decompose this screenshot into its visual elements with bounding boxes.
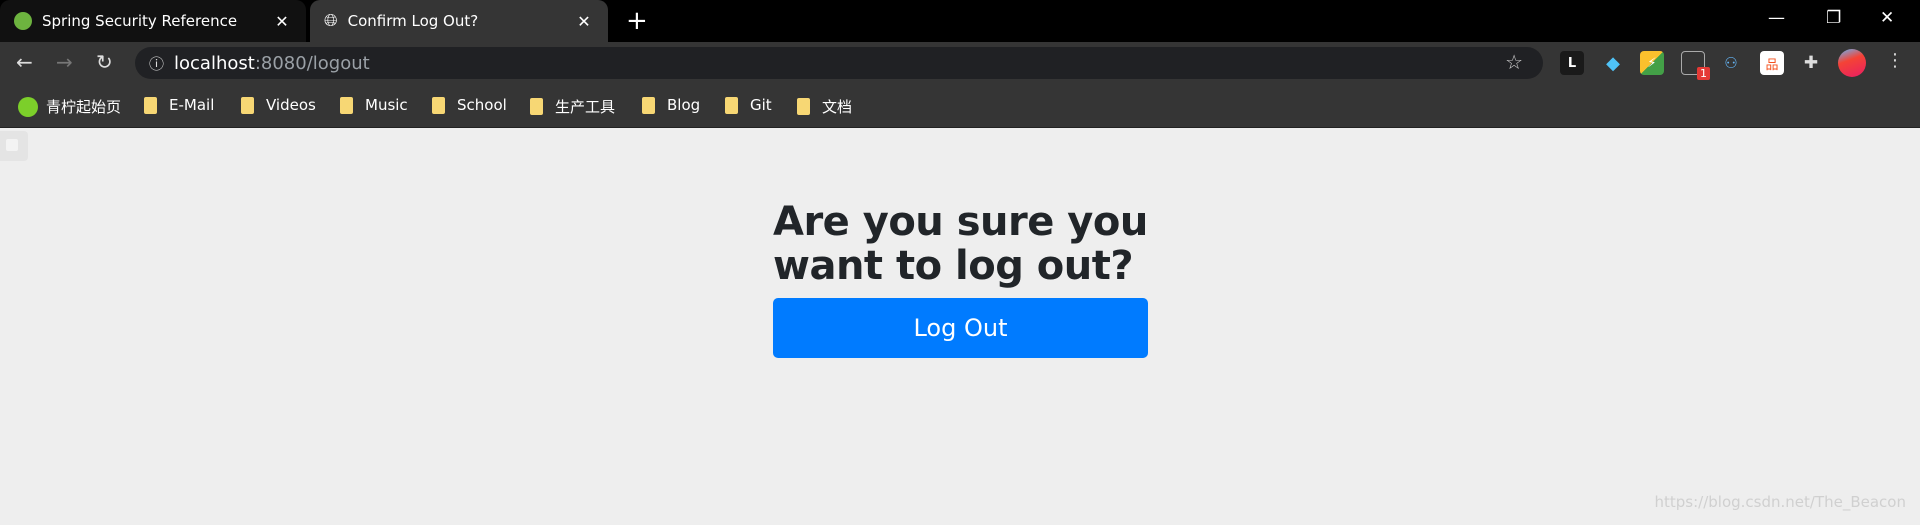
bookmark-star-icon[interactable]: ☆	[1505, 50, 1523, 74]
bookmark-label: Blog	[667, 96, 701, 114]
close-tab-icon[interactable]: ✕	[272, 12, 292, 31]
tab-strip: Spring Security Reference ✕ 🌐︎ Confirm L…	[0, 0, 1920, 42]
log-out-button[interactable]: Log Out	[773, 298, 1148, 358]
folder-icon	[241, 96, 254, 114]
bookmark-label: Git	[750, 96, 772, 114]
sitemap-ext-icon[interactable]: 品	[1760, 51, 1784, 75]
bookmark-label: Music	[365, 96, 408, 114]
restore-button[interactable]: ❐	[1826, 8, 1841, 28]
folder-icon	[642, 96, 655, 114]
tab-title: Confirm Log Out?	[347, 12, 479, 30]
close-tab-icon[interactable]: ✕	[574, 12, 594, 31]
url-host: localhost	[174, 52, 255, 74]
bookmark-folder[interactable]: Videos	[241, 96, 316, 114]
bookmark-folder[interactable]: School	[432, 96, 507, 114]
bookmark-folder[interactable]: 文档	[797, 96, 852, 117]
back-button[interactable]: ←	[16, 50, 33, 74]
bookmark-label: E-Mail	[169, 96, 215, 114]
tab-title: Spring Security Reference	[42, 12, 238, 30]
page-heading: Are you sure you want to log out?	[773, 199, 1148, 289]
close-window-button[interactable]: ✕	[1880, 8, 1894, 28]
globe-icon: 🌐︎	[324, 11, 338, 31]
bookmark-folder[interactable]: E-Mail	[144, 96, 214, 114]
folder-icon	[797, 98, 810, 115]
bookmark-label: 青柠起始页	[46, 98, 122, 116]
browser-toolbar: ← → ↻ ⓘ localhost:8080/logout ☆ L ◆ ⚡ 1 …	[0, 42, 1920, 84]
address-bar[interactable]: ⓘ localhost:8080/logout ☆	[135, 47, 1543, 79]
diamond-ext-icon[interactable]: ◆	[1601, 51, 1625, 75]
puzzle-icon[interactable]: ✚	[1799, 51, 1823, 75]
menu-kebab-icon[interactable]: ⋮	[1886, 50, 1904, 71]
lightning-ext-icon[interactable]: ⚡	[1640, 51, 1664, 75]
extension-overlay-button[interactable]	[0, 131, 28, 161]
bookmark-label: School	[457, 96, 507, 114]
bookmark-folder[interactable]: Blog	[642, 96, 700, 114]
minimize-button[interactable]: —	[1768, 8, 1785, 28]
reload-button[interactable]: ↻	[96, 50, 113, 74]
spring-leaf-icon	[14, 12, 32, 30]
L-ext-icon[interactable]: L	[1560, 51, 1584, 75]
watermark: https://blog.csdn.net/The_Beacon	[1654, 493, 1907, 511]
folder-icon	[530, 98, 543, 115]
url-path: :8080/logout	[254, 52, 370, 74]
profile-avatar[interactable]	[1838, 49, 1866, 77]
camera-ext-icon[interactable]: 1	[1681, 51, 1710, 80]
tab-confirm-logout[interactable]: 🌐︎ Confirm Log Out? ✕	[310, 0, 608, 42]
forward-button[interactable]: →	[56, 50, 73, 74]
lime-icon	[18, 96, 38, 117]
folder-icon	[144, 96, 157, 114]
folder-icon	[340, 96, 353, 114]
glasses-ext-icon[interactable]: ⚇	[1719, 51, 1743, 75]
new-tab-button[interactable]: +	[626, 6, 648, 36]
extension-badge: 1	[1697, 67, 1710, 80]
tab-spring-security[interactable]: Spring Security Reference ✕	[0, 0, 306, 42]
bookmark-folder[interactable]: 生产工具	[530, 96, 615, 117]
bookmark-folder[interactable]: Git	[725, 96, 772, 114]
bookmark-label: Videos	[266, 96, 316, 114]
bookmark-item[interactable]: 青柠起始页	[18, 96, 121, 117]
bookmarks-bar: 青柠起始页 E-Mail Videos Music School 生产工具 Bl…	[0, 84, 1920, 128]
folder-icon	[725, 96, 738, 114]
folder-icon	[432, 96, 445, 114]
bookmark-label: 文档	[822, 98, 853, 116]
bookmark-folder[interactable]: Music	[340, 96, 408, 114]
bookmark-label: 生产工具	[555, 98, 616, 116]
info-icon[interactable]: ⓘ	[149, 53, 164, 74]
